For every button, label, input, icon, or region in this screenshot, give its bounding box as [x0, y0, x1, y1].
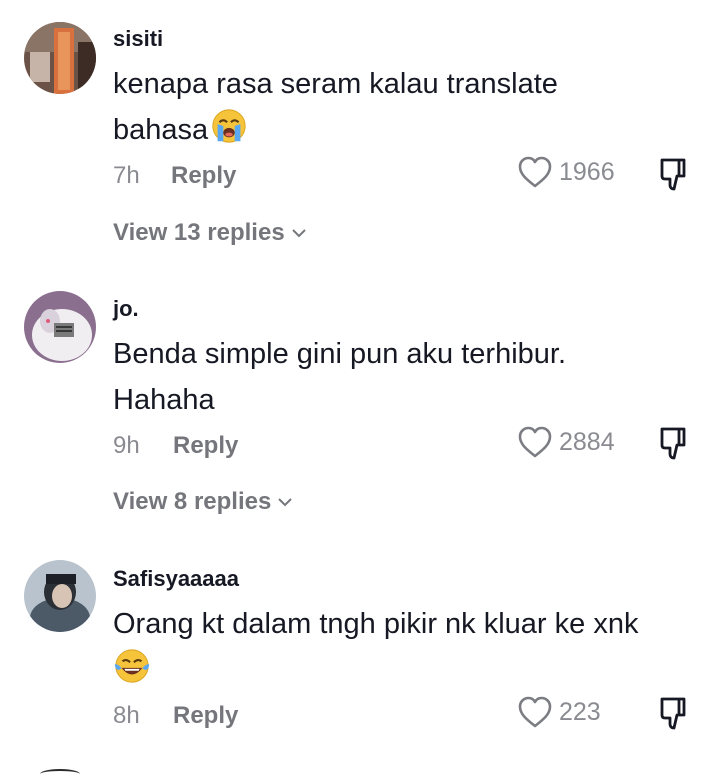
heart-outline-icon	[518, 156, 552, 188]
thumbs-down-icon[interactable]	[658, 156, 692, 194]
comment-text-line: Benda simple gini pun aku terhibur.	[113, 338, 567, 370]
comment-text-fragment: bahasa	[113, 114, 209, 146]
username[interactable]: jo.	[113, 296, 139, 322]
like-count: 223	[559, 697, 601, 726]
comment-text-line: kenapa rasa seram kalau translate	[113, 68, 558, 100]
timestamp: 7h	[113, 162, 140, 189]
avatar[interactable]	[24, 560, 96, 632]
like-button[interactable]: 2884	[517, 425, 615, 459]
reply-button[interactable]: Reply	[173, 432, 238, 460]
comment-item: jo. Benda simple gini pun aku terhibur. …	[0, 270, 720, 530]
comment-text-line: Hahaha	[113, 384, 215, 416]
thumbs-down-icon[interactable]	[658, 695, 692, 733]
avatar[interactable]	[24, 291, 96, 363]
comment-text: Benda simple gini pun aku terhibur. Haha…	[113, 331, 703, 423]
reply-button[interactable]: Reply	[173, 702, 238, 730]
like-count: 1966	[559, 157, 615, 186]
heart-outline-icon	[518, 426, 552, 458]
comment-item: Safisyaaaaa Orang kt dalam tngh pikir nk…	[0, 540, 720, 740]
username[interactable]: Safisyaaaaa	[113, 566, 239, 592]
view-replies-label: View 13 replies	[113, 219, 285, 246]
comment-text: kenapa rasa seram kalau translate bahasa	[113, 61, 703, 153]
comment-text-line: bahasa	[113, 107, 703, 153]
view-replies-label: View 8 replies	[113, 488, 272, 515]
comment-text-line: Orang kt dalam tngh pikir nk kluar ke xn…	[113, 608, 639, 640]
next-comment-avatar-edge	[40, 769, 80, 779]
view-replies-button[interactable]: View 8 replies	[113, 488, 293, 516]
chevron-down-icon	[291, 229, 306, 238]
like-button[interactable]: 1966	[517, 155, 615, 189]
chevron-down-icon	[278, 498, 293, 507]
reply-button[interactable]: Reply	[171, 162, 236, 190]
comment-text: Orang kt dalam tngh pikir nk kluar ke xn…	[113, 601, 703, 693]
timestamp: 8h	[113, 702, 140, 729]
username[interactable]: sisiti	[113, 26, 163, 52]
comment-text-line	[113, 647, 703, 693]
like-count: 2884	[559, 427, 615, 456]
view-replies-button[interactable]: View 13 replies	[113, 219, 307, 247]
face-with-tears-of-joy-icon	[113, 647, 151, 685]
thumbs-down-icon[interactable]	[658, 425, 692, 463]
loudly-crying-face-icon	[210, 107, 248, 145]
timestamp: 9h	[113, 432, 140, 459]
like-button[interactable]: 223	[517, 695, 601, 729]
heart-outline-icon	[518, 696, 552, 728]
avatar[interactable]	[24, 22, 96, 94]
comment-item: sisiti kenapa rasa seram kalau translate…	[0, 0, 720, 260]
